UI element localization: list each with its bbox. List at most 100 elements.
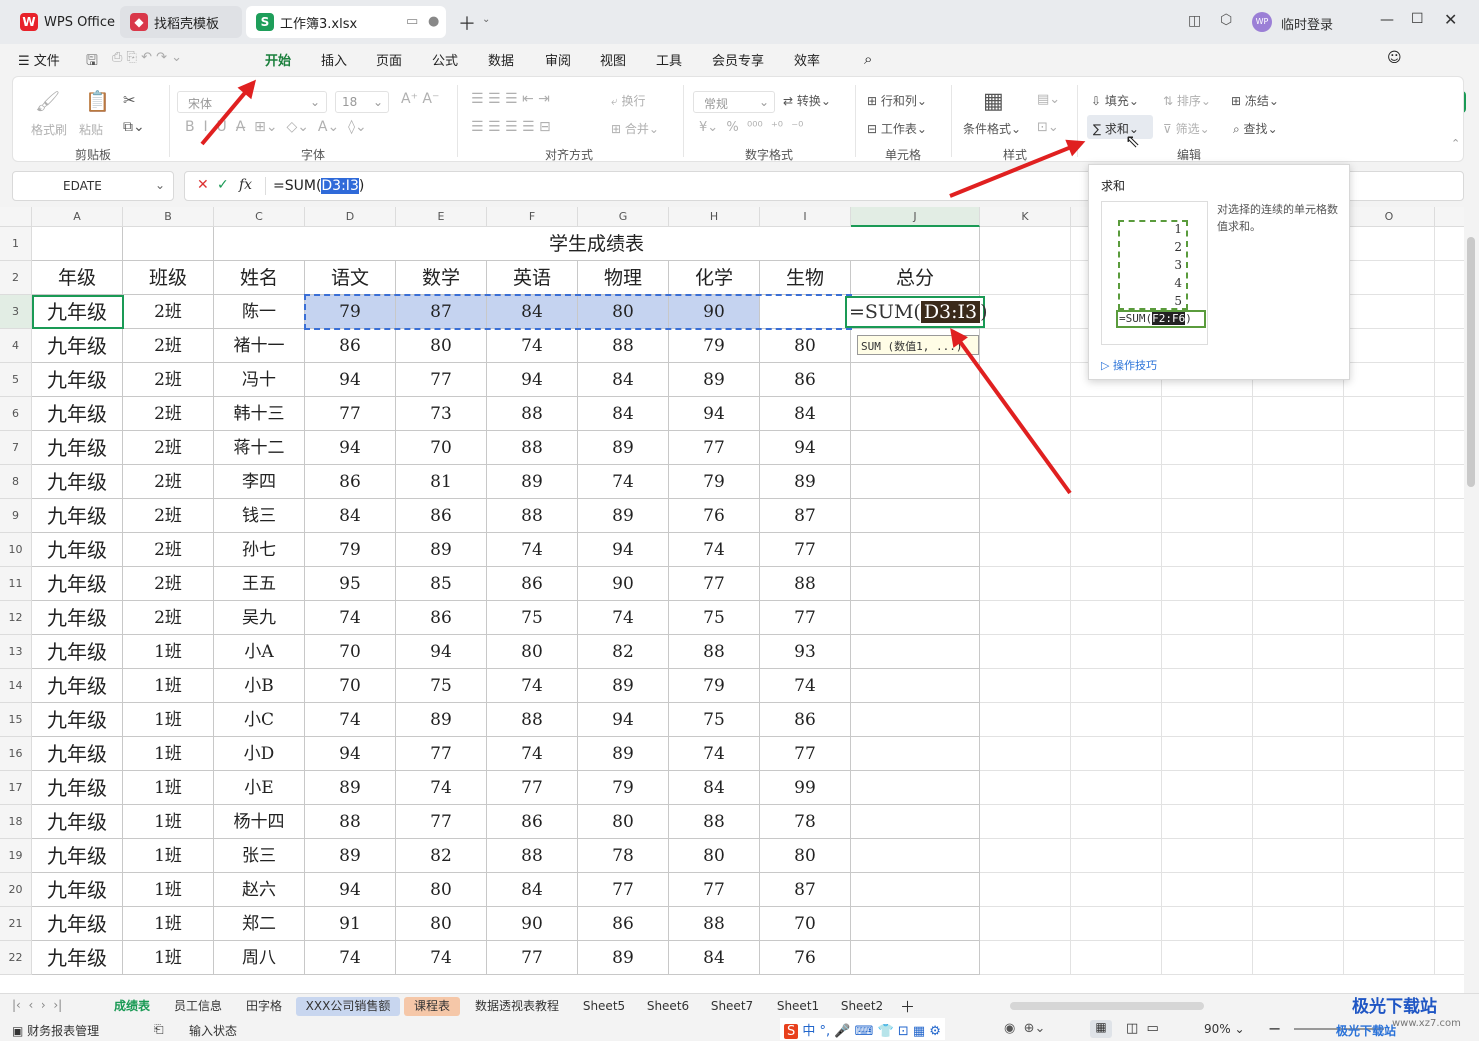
table-cell[interactable]: 九年级: [32, 329, 123, 363]
table-cell[interactable]: [851, 431, 980, 465]
empty-cell[interactable]: [980, 533, 1071, 567]
zoom-level[interactable]: 90% ⌄: [1204, 1022, 1245, 1036]
menu-efficiency[interactable]: 效率: [794, 50, 820, 69]
table-cell[interactable]: 九年级: [32, 499, 123, 533]
empty-cell[interactable]: [1162, 465, 1253, 499]
menu-tools[interactable]: 工具: [656, 50, 682, 69]
table-cell[interactable]: 93: [760, 635, 851, 669]
worksheet-button[interactable]: ⊟ 工作表⌄: [867, 120, 927, 137]
table-cell[interactable]: 90: [487, 907, 578, 941]
column-header[interactable]: B: [123, 207, 214, 227]
empty-cell[interactable]: [1344, 295, 1435, 329]
table-cell[interactable]: 小A: [214, 635, 305, 669]
chat-icon[interactable]: ☺: [1387, 50, 1402, 66]
sheet-title[interactable]: 学生成绩表: [214, 227, 980, 261]
cell-editor[interactable]: =SUM(D3:I3): [845, 296, 988, 328]
table-cell[interactable]: 89: [305, 771, 396, 805]
table-cell[interactable]: 77: [578, 873, 669, 907]
table-cell[interactable]: 赵六: [214, 873, 305, 907]
empty-cell[interactable]: [980, 397, 1071, 431]
view-mode-icons[interactable]: ◉ ⊕⌄: [1004, 1021, 1045, 1036]
column-header[interactable]: I: [760, 207, 851, 227]
format-painter-label[interactable]: 格式刷: [31, 121, 67, 138]
table-cell[interactable]: 77: [487, 941, 578, 975]
table-cell[interactable]: 86: [396, 601, 487, 635]
cube-icon[interactable]: ⬡: [1220, 12, 1232, 28]
sheet-tab[interactable]: Sheet5: [574, 997, 634, 1016]
table-cell[interactable]: 77: [305, 397, 396, 431]
header-cell[interactable]: 姓名: [214, 261, 305, 295]
empty-cell[interactable]: [1344, 397, 1435, 431]
empty-cell[interactable]: [1344, 873, 1435, 907]
table-cell[interactable]: 84: [487, 873, 578, 907]
table-cell[interactable]: 九年级: [32, 907, 123, 941]
column-header[interactable]: K: [980, 207, 1071, 227]
empty-cell[interactable]: [1162, 873, 1253, 907]
paste-icon[interactable]: 📋: [85, 89, 110, 113]
column-header[interactable]: J: [851, 207, 980, 227]
table-cell[interactable]: 86: [305, 465, 396, 499]
wrap-button[interactable]: ⤶ 换行: [611, 92, 646, 109]
table-cell[interactable]: 70: [760, 907, 851, 941]
row-header[interactable]: 20: [0, 873, 32, 907]
table-cell[interactable]: 70: [305, 669, 396, 703]
table-cell[interactable]: 95: [305, 567, 396, 601]
cancel-icon[interactable]: ✕: [197, 177, 209, 193]
empty-cell[interactable]: [1071, 431, 1162, 465]
row-header[interactable]: 21: [0, 907, 32, 941]
table-cell[interactable]: 94: [305, 873, 396, 907]
table-cell[interactable]: 2班: [123, 465, 214, 499]
table-cell[interactable]: [851, 635, 980, 669]
empty-cell[interactable]: [1344, 737, 1435, 771]
dot-icon[interactable]: ●: [428, 14, 439, 29]
table-cell[interactable]: 88: [669, 805, 760, 839]
empty-cell[interactable]: [1253, 907, 1344, 941]
table-cell[interactable]: 70: [305, 635, 396, 669]
table-cell[interactable]: 87: [760, 499, 851, 533]
empty-cell[interactable]: [1344, 907, 1435, 941]
empty-cell[interactable]: [1253, 703, 1344, 737]
table-cell[interactable]: 九年级: [32, 873, 123, 907]
align-icons[interactable]: ☰ ☰ ☰ ⇤ ⇥: [471, 91, 550, 107]
empty-cell[interactable]: [1071, 465, 1162, 499]
table-cell[interactable]: 冯十: [214, 363, 305, 397]
empty-cell[interactable]: [1344, 499, 1435, 533]
table-cell[interactable]: [851, 737, 980, 771]
vertical-scrollbar[interactable]: [1464, 207, 1479, 993]
sheet-tab[interactable]: 员工信息: [164, 997, 232, 1016]
table-cell[interactable]: 86: [760, 703, 851, 737]
table-cell[interactable]: 77: [760, 601, 851, 635]
table-cell[interactable]: 2班: [123, 601, 214, 635]
empty-cell[interactable]: [980, 601, 1071, 635]
row-header[interactable]: 19: [0, 839, 32, 873]
table-cell[interactable]: 王五: [214, 567, 305, 601]
row-header[interactable]: 9: [0, 499, 32, 533]
table-cell[interactable]: 88: [487, 839, 578, 873]
table-cell[interactable]: 九年级: [32, 771, 123, 805]
table-cell[interactable]: 88: [760, 567, 851, 601]
normal-view-icon[interactable]: ▦: [1090, 1020, 1112, 1038]
empty-cell[interactable]: [1344, 363, 1435, 397]
table-cell[interactable]: 88: [578, 329, 669, 363]
row-header[interactable]: 11: [0, 567, 32, 601]
table-cell[interactable]: 九年级: [32, 703, 123, 737]
table-cell[interactable]: [851, 397, 980, 431]
header-cell[interactable]: 数学: [396, 261, 487, 295]
table-cell[interactable]: 85: [396, 567, 487, 601]
empty-cell[interactable]: [1344, 431, 1435, 465]
merge-button[interactable]: ⊞ 合并⌄: [611, 120, 659, 137]
empty-cell[interactable]: [1435, 363, 1464, 397]
empty-cell[interactable]: [1162, 805, 1253, 839]
row-header[interactable]: 8: [0, 465, 32, 499]
table-cell[interactable]: 1班: [123, 635, 214, 669]
table-cell[interactable]: 80: [396, 907, 487, 941]
table-cell[interactable]: 89: [669, 363, 760, 397]
page-view-icon[interactable]: ◫ ▭: [1126, 1021, 1159, 1036]
horizontal-scroll-thumb[interactable]: [1010, 1002, 1204, 1010]
table-cell[interactable]: 80: [396, 873, 487, 907]
empty-cell[interactable]: [1162, 431, 1253, 465]
empty-cell[interactable]: [1071, 635, 1162, 669]
avatar[interactable]: WP: [1252, 12, 1272, 32]
table-cell[interactable]: 88: [487, 431, 578, 465]
empty-cell[interactable]: [1344, 227, 1435, 261]
